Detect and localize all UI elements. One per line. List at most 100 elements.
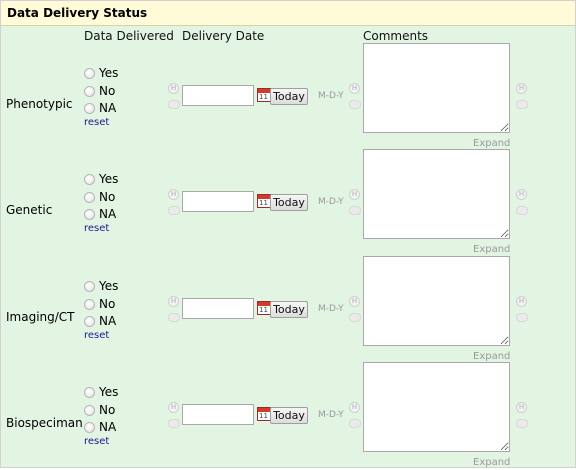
column-header-comments: Comments (363, 29, 429, 43)
radio-no[interactable]: No (84, 83, 115, 99)
delivery-date-input[interactable] (182, 404, 254, 425)
comment-bubble-icon[interactable] (349, 100, 361, 109)
field-note-icon[interactable]: H (168, 83, 179, 94)
expand-link[interactable]: Expand (473, 138, 510, 149)
field-note-icon[interactable]: H (516, 189, 527, 200)
radio-na[interactable]: NA (84, 100, 116, 116)
field-note-icon[interactable]: H (349, 296, 360, 307)
radio-button[interactable] (84, 208, 95, 220)
delivery-date-input[interactable] (182, 85, 254, 106)
radio-yes-label: Yes (99, 172, 119, 186)
delivery-date-input[interactable] (182, 191, 254, 212)
reset-link[interactable]: reset (84, 223, 109, 234)
delivery-row: Imaging/CT Yes No NA reset H 11 Today M-… (1, 256, 575, 364)
date-format-hint: M-D-Y (318, 304, 344, 314)
expand-link[interactable]: Expand (473, 244, 510, 255)
comment-bubble-icon[interactable] (168, 419, 180, 428)
radio-yes-label: Yes (99, 385, 119, 399)
today-button[interactable]: Today (270, 88, 308, 105)
comment-bubble-icon[interactable] (349, 419, 361, 428)
delivery-date-input[interactable] (182, 298, 254, 319)
radio-no[interactable]: No (84, 189, 115, 205)
expand-link[interactable]: Expand (473, 457, 510, 468)
date-format-hint: M-D-Y (318, 197, 344, 207)
radio-no-label: No (99, 403, 116, 417)
radio-no-label: No (99, 84, 116, 98)
comment-bubble-icon[interactable] (516, 100, 528, 109)
radio-na-label: NA (99, 314, 117, 328)
panel-title: Data Delivery Status (1, 1, 575, 26)
field-note-icon[interactable]: H (516, 402, 527, 413)
comment-bubble-icon[interactable] (168, 100, 180, 109)
radio-na-label: NA (99, 420, 117, 434)
radio-yes-label: Yes (99, 279, 119, 293)
radio-na-label: NA (99, 101, 117, 115)
delivery-row: Phenotypic Yes No NA reset H 11 Today M-… (1, 43, 575, 151)
row-label: Imaging/CT (6, 310, 75, 324)
reset-link[interactable]: reset (84, 330, 109, 341)
radio-na[interactable]: NA (84, 313, 116, 329)
radio-na[interactable]: NA (84, 419, 116, 435)
comment-bubble-icon[interactable] (349, 313, 361, 322)
date-format-hint: M-D-Y (318, 91, 344, 101)
calendar-icon[interactable]: 11 (257, 301, 271, 315)
today-button[interactable]: Today (270, 407, 308, 424)
delivery-row: Genetic Yes No NA reset H 11 Today M-D-Y… (1, 149, 575, 257)
radio-no[interactable]: No (84, 296, 115, 312)
row-label: Phenotypic (6, 97, 73, 111)
row-label: Biospeciman (6, 416, 83, 430)
row-label: Genetic (6, 203, 53, 217)
radio-no-label: No (99, 297, 116, 311)
calendar-icon[interactable]: 11 (257, 88, 271, 102)
radio-button[interactable] (84, 315, 95, 327)
field-note-icon[interactable]: H (168, 189, 179, 200)
radio-yes[interactable]: Yes (84, 65, 118, 81)
field-note-icon[interactable]: H (349, 402, 360, 413)
radio-yes[interactable]: Yes (84, 278, 118, 294)
field-note-icon[interactable]: H (168, 296, 179, 307)
data-delivery-panel: Data Delivery Status Data Delivered Deli… (0, 0, 576, 468)
delivery-row: Biospeciman Yes No NA reset H 11 Today M… (1, 362, 575, 470)
radio-button[interactable] (84, 173, 95, 185)
radio-button[interactable] (84, 404, 95, 416)
expand-link[interactable]: Expand (473, 351, 510, 362)
comment-bubble-icon[interactable] (168, 313, 180, 322)
radio-yes[interactable]: Yes (84, 171, 118, 187)
comment-bubble-icon[interactable] (168, 206, 180, 215)
comments-textarea[interactable] (363, 43, 510, 133)
calendar-icon[interactable]: 11 (257, 407, 271, 421)
calendar-icon[interactable]: 11 (257, 194, 271, 208)
reset-link[interactable]: reset (84, 117, 109, 128)
column-header-delivery-date: Delivery Date (182, 29, 265, 43)
comments-textarea[interactable] (363, 362, 510, 452)
radio-yes-label: Yes (99, 66, 119, 80)
field-note-icon[interactable]: H (516, 83, 527, 94)
radio-yes[interactable]: Yes (84, 384, 118, 400)
today-button[interactable]: Today (270, 301, 308, 318)
field-note-icon[interactable]: H (516, 296, 527, 307)
comment-bubble-icon[interactable] (516, 206, 528, 215)
comments-textarea[interactable] (363, 149, 510, 239)
radio-button[interactable] (84, 85, 95, 97)
field-note-icon[interactable]: H (168, 402, 179, 413)
column-header-data-delivered: Data Delivered (84, 29, 174, 43)
field-note-icon[interactable]: H (349, 189, 360, 200)
radio-na[interactable]: NA (84, 206, 116, 222)
radio-button[interactable] (84, 280, 95, 292)
radio-no-label: No (99, 190, 116, 204)
radio-button[interactable] (84, 67, 95, 79)
radio-button[interactable] (84, 386, 95, 398)
radio-button[interactable] (84, 191, 95, 203)
reset-link[interactable]: reset (84, 436, 109, 447)
comments-textarea[interactable] (363, 256, 510, 346)
radio-no[interactable]: No (84, 402, 115, 418)
today-button[interactable]: Today (270, 194, 308, 211)
radio-button[interactable] (84, 102, 95, 114)
comment-bubble-icon[interactable] (516, 419, 528, 428)
date-format-hint: M-D-Y (318, 410, 344, 420)
comment-bubble-icon[interactable] (349, 206, 361, 215)
radio-button[interactable] (84, 298, 95, 310)
radio-button[interactable] (84, 421, 95, 433)
field-note-icon[interactable]: H (349, 83, 360, 94)
comment-bubble-icon[interactable] (516, 313, 528, 322)
